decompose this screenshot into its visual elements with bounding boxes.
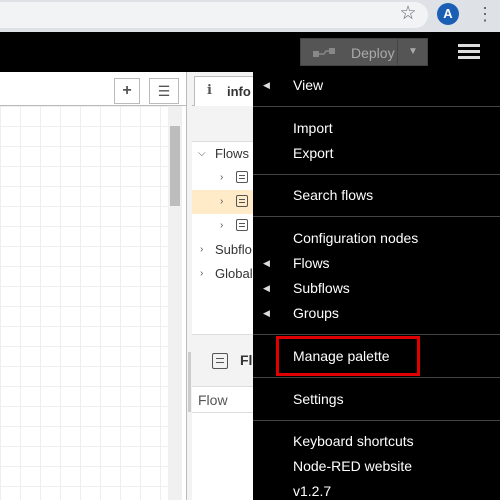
workspace: + ☰ <box>0 72 186 500</box>
info-icon: i <box>207 83 212 98</box>
info-panel-title: Fl <box>240 352 253 368</box>
menu-item-label: Configuration nodes <box>293 230 419 246</box>
flow-icon <box>236 195 248 207</box>
chevron-right-icon[interactable]: › <box>220 190 223 214</box>
menu-item-subflows[interactable]: ◀ Subflows <box>253 276 500 300</box>
deploy-label: Deploy <box>351 45 395 61</box>
menu-divider <box>253 216 500 217</box>
info-panel-row-label: Flow <box>198 392 228 408</box>
app-header: Deploy ▼ <box>0 32 500 72</box>
tree-item-label: Subflo <box>215 242 252 257</box>
menu-divider <box>253 420 500 421</box>
menu-item-label: Search flows <box>293 187 374 203</box>
menu-divider <box>253 334 500 335</box>
menu-divider <box>253 106 500 107</box>
tab-info-label: info <box>227 84 251 99</box>
menu-item-label: View <box>293 77 324 93</box>
chevron-right-icon[interactable]: › <box>220 214 223 238</box>
tree-item-label: Flows <box>215 146 249 161</box>
caret-left-icon: ◀ <box>263 308 270 318</box>
menu-item-view[interactable]: ◀ View <box>253 73 500 97</box>
star-icon[interactable]: ☆ <box>397 3 419 25</box>
deploy-button[interactable]: Deploy ▼ <box>300 38 428 66</box>
workspace-scrollbar[interactable] <box>168 106 182 500</box>
address-bar[interactable] <box>0 2 428 28</box>
menu-item-label: v1.2.7 <box>293 483 332 499</box>
splitter-handle[interactable] <box>188 352 191 412</box>
list-flows-button[interactable]: ☰ <box>149 78 179 104</box>
flow-icon <box>236 171 248 183</box>
scrollbar-thumb[interactable] <box>170 126 180 206</box>
menu-item-export[interactable]: Export <box>253 141 500 165</box>
chevron-right-icon[interactable]: › <box>220 166 223 190</box>
caret-left-icon: ◀ <box>263 283 270 293</box>
browser-toolbar: ☆ A ⋮ <box>0 0 500 32</box>
menu-item-import[interactable]: Import <box>253 116 500 140</box>
menu-item-label: Import <box>293 120 333 136</box>
add-flow-button[interactable]: + <box>114 78 140 104</box>
menu-item-version: v1.2.7 <box>253 479 500 503</box>
tree-item-label: Global <box>215 266 253 281</box>
flow-icon <box>212 353 228 369</box>
menu-item-label: Keyboard shortcuts <box>293 433 414 449</box>
menu-divider <box>253 377 500 378</box>
menu-item-label: Flows <box>293 255 330 271</box>
caret-left-icon: ◀ <box>263 258 270 268</box>
menu-item-keyboard-shortcuts[interactable]: Keyboard shortcuts <box>253 429 500 453</box>
kebab-menu-icon[interactable]: ⋮ <box>476 3 494 25</box>
menu-divider <box>253 174 500 175</box>
chevron-down-icon[interactable]: ⌵ <box>198 142 206 166</box>
profile-avatar[interactable]: A <box>437 3 459 25</box>
menu-item-flows[interactable]: ◀ Flows <box>253 251 500 275</box>
menu-item-groups[interactable]: ◀ Groups <box>253 301 500 325</box>
menu-item-label: Subflows <box>293 280 350 296</box>
hamburger-menu-icon[interactable] <box>458 44 480 60</box>
deploy-icon <box>313 48 335 57</box>
menu-item-label: Settings <box>293 391 344 407</box>
workspace-tab-bar: + ☰ <box>0 72 186 106</box>
flow-icon <box>236 219 248 231</box>
menu-item-settings[interactable]: Settings <box>253 387 500 411</box>
main-menu: ◀ View Import Export Search flows Config… <box>253 72 500 500</box>
chevron-right-icon[interactable]: › <box>200 238 203 262</box>
menu-item-search-flows[interactable]: Search flows <box>253 183 500 207</box>
menu-item-configuration-nodes[interactable]: Configuration nodes <box>253 226 500 250</box>
menu-item-label: Groups <box>293 305 339 321</box>
highlight-annotation <box>276 336 420 376</box>
menu-item-node-red-website[interactable]: Node-RED website <box>253 454 500 478</box>
menu-item-label: Node-RED website <box>293 458 413 474</box>
chevron-down-icon[interactable]: ▼ <box>397 39 428 65</box>
caret-left-icon: ◀ <box>263 80 270 90</box>
menu-item-label: Export <box>293 145 334 161</box>
workspace-canvas[interactable] <box>0 106 168 500</box>
chevron-right-icon[interactable]: › <box>200 262 203 286</box>
